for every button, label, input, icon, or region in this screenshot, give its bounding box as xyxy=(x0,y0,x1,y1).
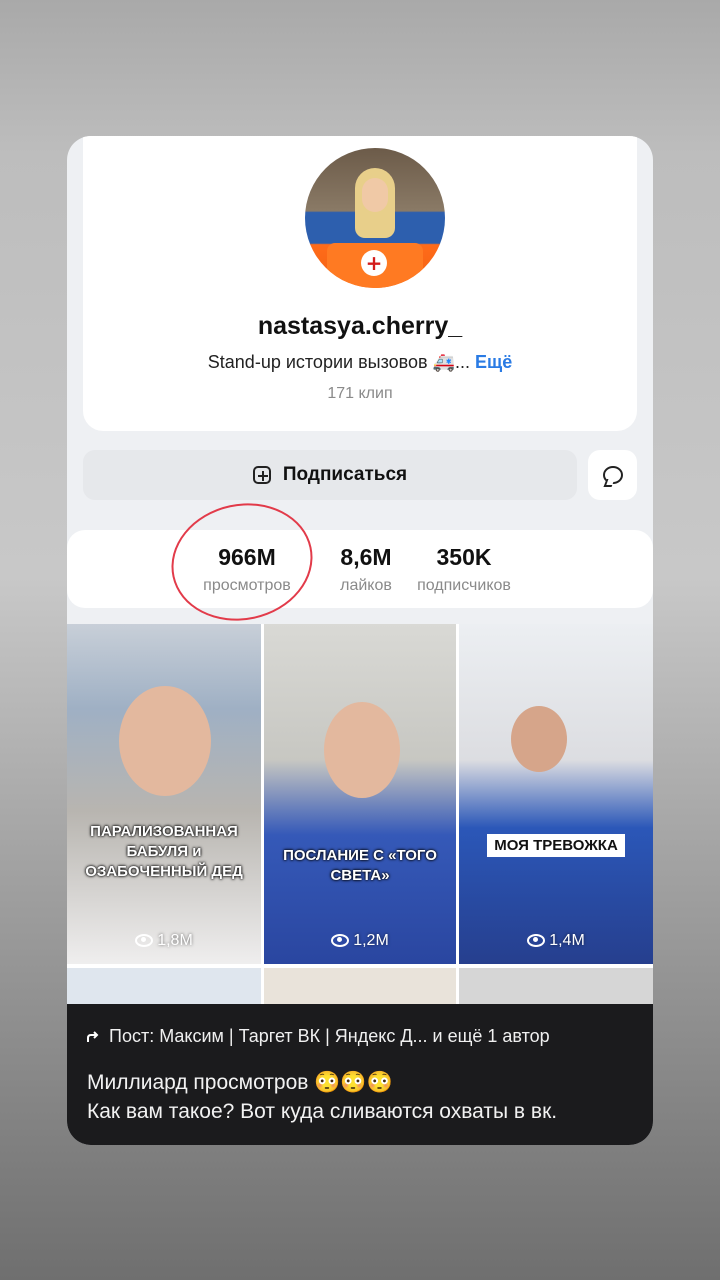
stat-subscribers: 350K подписчиков xyxy=(417,544,511,594)
eye-icon xyxy=(527,934,546,948)
clip-caption: ПОСЛАНИЕ С «ТОГО СВЕТА» xyxy=(283,847,437,884)
clips-count: 171 клип xyxy=(327,385,393,402)
share-icon xyxy=(87,1031,99,1043)
red-cross-icon: + xyxy=(361,250,387,276)
plus-icon xyxy=(252,466,271,484)
stat-likes: 8,6M лайков xyxy=(340,544,392,594)
username: nastasya.cherry_ xyxy=(257,312,463,340)
profile-header: + nastasya.cherry_ Stand-up истории вызо… xyxy=(83,136,637,431)
stats-bar: 966M просмотров 8,6M лайков 350K подписч… xyxy=(67,530,653,608)
annotation-circle xyxy=(160,490,324,634)
eye-icon xyxy=(135,934,154,948)
repost-line[interactable]: Пост: Максим | Таргет ВК | Яндекс Д... и… xyxy=(87,1026,550,1047)
clip-tile[interactable]: ПАРАЛИЗОВАННАЯ БАБУЛЯ и ОЗАБОЧЕННЫЙ ДЕД … xyxy=(67,624,261,964)
bio-more-link[interactable]: Ещё xyxy=(475,352,512,372)
story-card: + nastasya.cherry_ Stand-up истории вызо… xyxy=(67,136,653,1145)
clip-tile[interactable]: ПОСЛАНИЕ С «ТОГО СВЕТА» 1,2M xyxy=(264,624,456,964)
message-button[interactable] xyxy=(588,450,637,500)
clip-caption: МОЯ ТРЕВОЖКА xyxy=(487,834,625,857)
eye-icon xyxy=(331,934,350,948)
clip-caption: ПАРАЛИЗОВАННАЯ БАБУЛЯ и ОЗАБОЧЕННЫЙ ДЕД xyxy=(85,823,243,880)
message-icon xyxy=(602,466,623,484)
clip-views: 1,8M xyxy=(67,932,261,950)
subscribe-button[interactable]: Подписаться xyxy=(83,450,577,500)
avatar[interactable]: + xyxy=(305,148,445,288)
clip-views: 1,2M xyxy=(264,932,456,950)
clip-tile[interactable]: МОЯ ТРЕВОЖКА 1,4M xyxy=(459,624,653,964)
subscribe-label: Подписаться xyxy=(282,464,408,485)
clips-grid: ПАРАЛИЗОВАННАЯ БАБУЛЯ и ОЗАБОЧЕННЫЙ ДЕД … xyxy=(67,624,653,1024)
post-text: Миллиард просмотров 😳😳😳 Как вам такое? В… xyxy=(87,1071,558,1123)
post-overlay: Пост: Максим | Таргет ВК | Яндекс Д... и… xyxy=(67,1004,653,1145)
bio: Stand-up истории вызовов 🚑... Ещё xyxy=(83,352,637,373)
clip-views: 1,4M xyxy=(459,932,653,950)
bio-text: Stand-up истории вызовов 🚑... xyxy=(207,352,470,372)
